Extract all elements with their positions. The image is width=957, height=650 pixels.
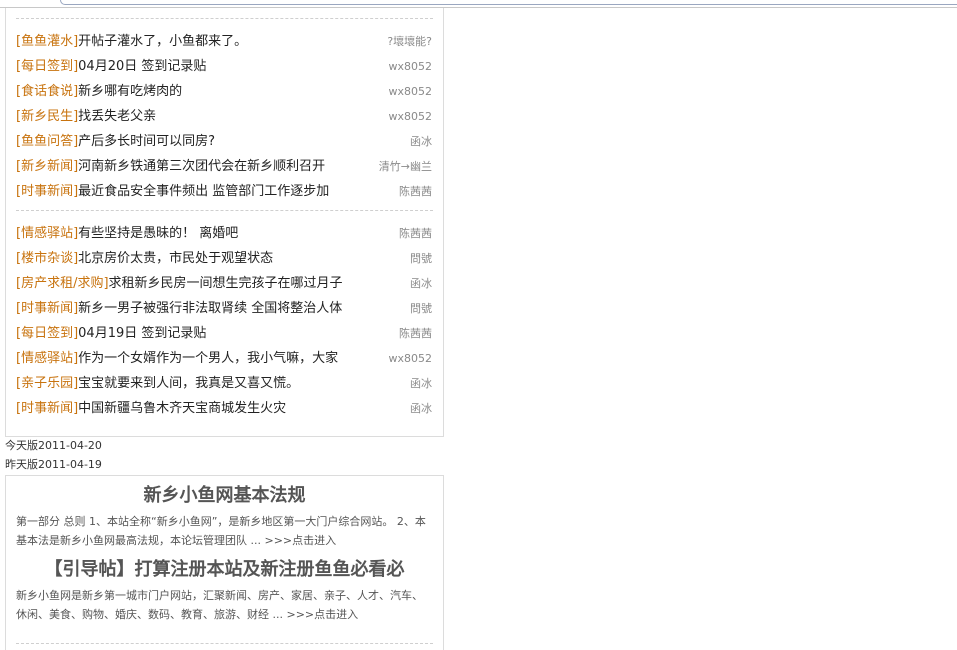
thread-author-link[interactable]: wx8052 [388, 54, 432, 79]
thread-group-0: [鱼鱼灌水]开帖子灌水了，小鱼都来了。 ?壞壞能? [每日签到]04月20日 签到记… [6, 19, 443, 210]
notice-title[interactable]: 【引导帖】打算注册本站及新注册鱼鱼必看必 [16, 550, 433, 582]
thread-author-link[interactable]: wx8052 [388, 79, 432, 104]
notice-more-link[interactable]: >>>点击进入 [286, 608, 358, 621]
thread-group-1: [情感驿站]有些坚持是愚昧的！ 离婚吧 陈茜茜 [楼市杂谈]北京房价太贵，市民处于观… [6, 211, 443, 427]
thread-title-link[interactable]: 有些坚持是愚昧的！ 离婚吧 [78, 226, 238, 241]
thread-row: [情感驿站]有些坚持是愚昧的！ 离婚吧 陈茜茜 [6, 221, 443, 246]
notice-excerpt: 第一部分 总则 1、本站全称“新乡小鱼网”，是新乡地区第一大门户综合网站。 2、… [16, 512, 433, 550]
yesterday-edition-link[interactable]: 昨天版2011-04-19 [5, 458, 102, 472]
thread-category-link[interactable]: [房产求租/求购] [16, 276, 109, 291]
thread-author-link[interactable]: 清竹→幽兰 [379, 154, 432, 179]
thread-row: [新乡新闻]河南新乡铁通第三次团代会在新乡顺利召开 清竹→幽兰 [6, 154, 443, 179]
thread-row: [每日签到]04月20日 签到记录贴 wx8052 [6, 54, 443, 79]
thread-row: [房产求租/求购]求租新乡民房一间想生完孩子在哪过月子 函冰 [6, 271, 443, 296]
thread-author-link[interactable]: 問號 [410, 296, 432, 321]
thread-category-link[interactable]: [时事新闻] [16, 401, 78, 416]
thread-list-panel: [鱼鱼灌水]开帖子灌水了，小鱼都来了。 ?壞壞能? [每日签到]04月20日 签到记… [5, 8, 444, 437]
thread-category-link[interactable]: [时事新闻] [16, 184, 78, 199]
thread-row: [情感驿站]作为一个女婿作为一个男人，我小气嘛，大家 wx8052 [6, 346, 443, 371]
notice-more-link[interactable]: >>>点击进入 [264, 534, 336, 547]
thread-author-link[interactable]: wx8052 [388, 104, 432, 129]
thread-row: [新乡民生]找丢失老父亲 wx8052 [6, 104, 443, 129]
thread-author-link[interactable]: ?壞壞能? [387, 29, 432, 54]
thread-category-link[interactable]: [食话食说] [16, 84, 78, 99]
thread-author-link[interactable]: 陈茜茜 [399, 179, 432, 204]
thread-author-link[interactable]: 陈茜茜 [399, 221, 432, 246]
thread-title-link[interactable]: 中国新疆乌鲁木齐天宝商城发生火灾 [78, 401, 286, 416]
thread-title-link[interactable]: 求租新乡民房一间想生完孩子在哪过月子 [109, 276, 343, 291]
thread-row: [时事新闻]中国新疆乌鲁木齐天宝商城发生火灾 函冰 [6, 396, 443, 421]
thread-title-link[interactable]: 找丢失老父亲 [78, 109, 156, 124]
thread-category-link[interactable]: [鱼鱼灌水] [16, 34, 78, 49]
thread-title-link[interactable]: 产后多长时间可以同房? [78, 134, 215, 149]
thread-title-link[interactable]: 开帖子灌水了，小鱼都来了。 [78, 34, 247, 49]
thread-author-link[interactable]: 函冰 [410, 396, 432, 421]
thread-row: [时事新闻]最近食品安全事件频出 监管部门工作逐步加 陈茜茜 [6, 179, 443, 204]
notice-item: 新乡小鱼网基本法规 第一部分 总则 1、本站全称“新乡小鱼网”，是新乡地区第一大… [6, 476, 443, 550]
thread-title-link[interactable]: 04月20日 签到记录贴 [78, 59, 206, 74]
thread-row: [时事新闻]新乡一男子被强行非法取肾续 全国将整治人体 問號 [6, 296, 443, 321]
thread-title-link[interactable]: 作为一个女婿作为一个男人，我小气嘛，大家 [78, 351, 338, 366]
dashed-divider [16, 643, 433, 644]
thread-category-link[interactable]: [新乡民生] [16, 109, 78, 124]
notice-excerpt-text: 第一部分 总则 1、本站全称“新乡小鱼网”，是新乡地区第一大门户综合网站。 2、… [16, 515, 426, 547]
browser-tab-edge [60, 0, 957, 5]
browser-top-edge [0, 0, 957, 8]
thread-row: [每日签到]04月19日 签到记录贴 陈茜茜 [6, 321, 443, 346]
thread-row: [鱼鱼灌水]开帖子灌水了，小鱼都来了。 ?壞壞能? [6, 29, 443, 54]
thread-author-link[interactable]: 函冰 [410, 129, 432, 154]
thread-author-link[interactable]: 函冰 [410, 371, 432, 396]
thread-title-link[interactable]: 新乡一男子被强行非法取肾续 全国将整治人体 [78, 301, 342, 316]
thread-title-link[interactable]: 河南新乡铁通第三次团代会在新乡顺利召开 [78, 159, 325, 174]
thread-title-link[interactable]: 最近食品安全事件频出 监管部门工作逐步加 [78, 184, 329, 199]
thread-title-link[interactable]: 04月19日 签到记录贴 [78, 326, 206, 341]
thread-category-link[interactable]: [情感驿站] [16, 226, 78, 241]
thread-category-link[interactable]: [新乡新闻] [16, 159, 78, 174]
notice-excerpt-text: 新乡小鱼网是新乡第一城市门户网站，汇聚新闻、房产、家居、亲子、人才、汽车、休闲、… [16, 589, 423, 621]
thread-row: [亲子乐园]宝宝就要来到人间，我真是又喜又慌。 函冰 [6, 371, 443, 396]
notice-item: 【引导帖】打算注册本站及新注册鱼鱼必看必 新乡小鱼网是新乡第一城市门户网站，汇聚… [6, 550, 443, 624]
notice-panel: 新乡小鱼网基本法规 第一部分 总则 1、本站全称“新乡小鱼网”，是新乡地区第一大… [5, 475, 444, 650]
thread-category-link[interactable]: [亲子乐园] [16, 376, 78, 391]
thread-title-link[interactable]: 新乡哪有吃烤肉的 [78, 84, 182, 99]
thread-category-link[interactable]: [每日签到] [16, 326, 78, 341]
notice-title[interactable]: 新乡小鱼网基本法规 [16, 476, 433, 508]
thread-category-link[interactable]: [情感驿站] [16, 351, 78, 366]
thread-title-link[interactable]: 北京房价太贵，市民处于观望状态 [78, 251, 273, 266]
thread-author-link[interactable]: 陈茜茜 [399, 321, 432, 346]
notice-excerpt: 新乡小鱼网是新乡第一城市门户网站，汇聚新闻、房产、家居、亲子、人才、汽车、休闲、… [16, 586, 433, 624]
thread-row: [鱼鱼问答]产后多长时间可以同房? 函冰 [6, 129, 443, 154]
thread-author-link[interactable]: 問號 [410, 246, 432, 271]
thread-category-link[interactable]: [每日签到] [16, 59, 78, 74]
thread-author-link[interactable]: wx8052 [388, 346, 432, 371]
thread-category-link[interactable]: [楼市杂谈] [16, 251, 78, 266]
thread-category-link[interactable]: [鱼鱼问答] [16, 134, 78, 149]
thread-title-link[interactable]: 宝宝就要来到人间，我真是又喜又慌。 [78, 376, 299, 391]
thread-category-link[interactable]: [时事新闻] [16, 301, 78, 316]
thread-row: [楼市杂谈]北京房价太贵，市民处于观望状态 問號 [6, 246, 443, 271]
today-edition-link[interactable]: 今天版2011-04-20 [5, 439, 102, 453]
thread-row: [食话食说]新乡哪有吃烤肉的 wx8052 [6, 79, 443, 104]
thread-author-link[interactable]: 函冰 [410, 271, 432, 296]
